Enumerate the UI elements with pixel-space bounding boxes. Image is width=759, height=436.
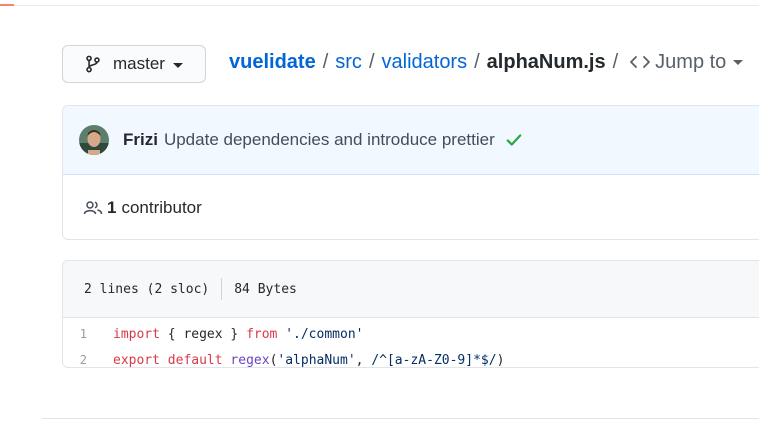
breadcrumb-separator: /	[322, 50, 329, 73]
line-number[interactable]: 1	[63, 327, 113, 341]
commit-header: Frizi Update dependencies and introduce …	[63, 106, 759, 175]
avatar-image	[79, 125, 109, 155]
file-info-divider	[221, 278, 223, 300]
git-branch-icon	[86, 55, 100, 73]
breadcrumb-separator: /	[368, 50, 375, 73]
file-info-header: 2 lines (2 sloc) 84 Bytes	[63, 261, 759, 318]
breadcrumb-separator: /	[474, 50, 480, 73]
jump-to-button[interactable]: Jump to	[627, 50, 744, 74]
code-token: import	[113, 326, 160, 342]
top-header-strip	[0, 0, 759, 6]
code-line-content: export default regex('alphaNum', /^[a-zA…	[113, 353, 504, 368]
file-size: 84 Bytes	[234, 281, 297, 297]
file-viewer: 2 lines (2 sloc) 84 Bytes 1 import { rege…	[62, 260, 759, 368]
avatar[interactable]	[79, 125, 109, 155]
breadcrumb-separator: /	[612, 50, 619, 73]
branch-select-button[interactable]: master	[62, 45, 206, 83]
line-number[interactable]: 2	[63, 353, 113, 367]
code-icon	[630, 56, 651, 68]
breadcrumb-validators-link[interactable]: validators	[382, 51, 468, 74]
code-line: 1 import { regex } from './common'	[63, 321, 759, 347]
check-icon[interactable]	[505, 131, 523, 149]
code-token: 'alphaNum'	[277, 352, 356, 368]
code-token: regex	[230, 352, 270, 368]
commit-author-link[interactable]: Frizi	[123, 130, 158, 150]
breadcrumb-file-name: alphaNum.js	[486, 50, 606, 73]
latest-commit-box: Frizi Update dependencies and introduce …	[62, 105, 759, 240]
code-token: default	[167, 352, 223, 368]
code-token: { regex }	[159, 326, 247, 342]
commit-message-link[interactable]: Update dependencies and introduce pretti…	[164, 130, 495, 150]
code-token: './common'	[285, 326, 364, 342]
tab-underline-accent	[0, 4, 14, 6]
chevron-down-icon	[172, 62, 183, 68]
contributor-label: contributor	[121, 198, 202, 217]
code-token: export	[113, 352, 160, 368]
footer-divider	[42, 418, 759, 419]
breadcrumb-src-link[interactable]: src	[335, 51, 362, 74]
chevron-down-icon	[733, 59, 744, 65]
code-token: /^[a-zA-Z0-9]*$/	[371, 352, 497, 368]
breadcrumb: vuelidate / src / validators / alphaNum.…	[229, 48, 744, 76]
file-line-count: 2 lines (2 sloc)	[84, 281, 210, 297]
code-line-content: import { regex } from './common'	[113, 327, 363, 342]
contributors-row[interactable]: 1 contributor	[63, 175, 759, 239]
code-body: 1 import { regex } from './common' 2 export…	[63, 318, 759, 368]
code-line: 2 export default regex('alphaNum', /^[a-z…	[63, 347, 759, 368]
people-icon	[83, 201, 103, 215]
contributor-count: 1	[107, 198, 117, 217]
code-token: )	[496, 352, 505, 368]
code-token: ,	[355, 352, 372, 368]
jump-to-label: Jump to	[655, 50, 727, 73]
branch-name: master	[113, 54, 165, 73]
breadcrumb-repo-link[interactable]: vuelidate	[229, 51, 316, 74]
code-token: from	[246, 326, 278, 342]
